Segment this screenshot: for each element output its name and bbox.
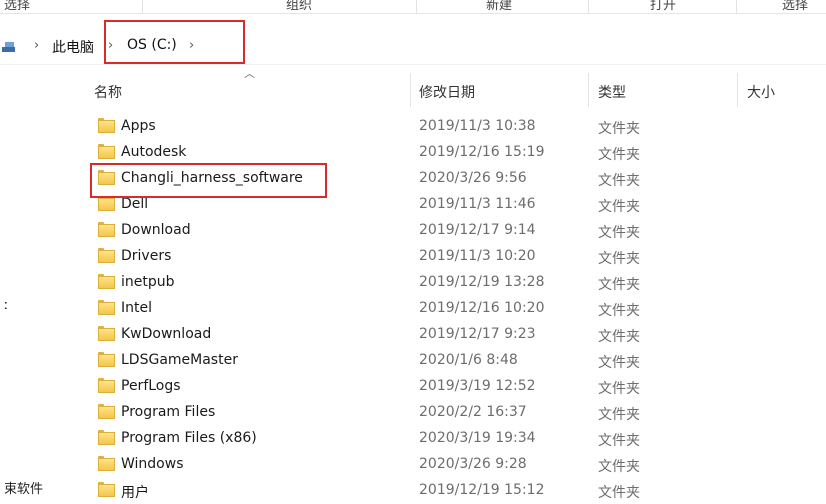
file-type: 文件夹 (598, 485, 640, 501)
breadcrumb-this-pc[interactable]: 此电脑 (52, 37, 94, 57)
folder-icon (98, 118, 115, 133)
folder-icon (98, 482, 115, 497)
file-row-intel[interactable]: Intel 2019/12/16 10:20 文件夹 (0, 296, 826, 322)
ribbon-item-open[interactable]: 打开 (650, 0, 676, 13)
column-header-name[interactable]: 名称 (94, 82, 122, 102)
folder-icon (98, 352, 115, 367)
file-row-perflogs[interactable]: PerfLogs 2019/3/19 12:52 文件夹 (0, 374, 826, 400)
file-date: 2019/12/16 15:19 (419, 144, 545, 160)
column-header-size[interactable]: 大小 (747, 82, 775, 102)
ribbon-divider (416, 0, 417, 13)
file-type: 文件夹 (598, 303, 640, 319)
file-name: KwDownload (121, 326, 212, 342)
file-name: Autodesk (121, 144, 187, 160)
ribbon-item-organize[interactable]: 组织 (286, 0, 312, 13)
ribbon-toolbar: 选择 组织 新建 打开 选择 (0, 0, 826, 14)
file-name: PerfLogs (121, 378, 181, 394)
file-name: Apps (121, 118, 156, 134)
file-name: Program Files (121, 404, 216, 420)
file-date: 2019/12/17 9:14 (419, 222, 536, 238)
folder-icon (98, 222, 115, 237)
column-divider[interactable] (588, 73, 589, 107)
file-date: 2020/3/26 9:28 (419, 456, 527, 472)
ribbon-divider (588, 0, 589, 13)
ribbon-item-select-all[interactable]: 选择 (4, 0, 30, 13)
file-row-program-files-x86[interactable]: Program Files (x86) 2020/3/19 19:34 文件夹 (0, 426, 826, 452)
folder-icon (98, 430, 115, 445)
file-date: 2019/11/3 11:46 (419, 196, 536, 212)
highlight-box-address (104, 20, 245, 64)
file-date: 2019/3/19 12:52 (419, 378, 536, 394)
file-row-download[interactable]: Download 2019/12/17 9:14 文件夹 (0, 218, 826, 244)
file-type: 文件夹 (598, 329, 640, 345)
file-date: 2019/12/17 9:23 (419, 326, 536, 342)
file-row-users[interactable]: 用户 2019/12/19 15:12 文件夹 (0, 478, 826, 504)
folder-icon (98, 326, 115, 341)
file-name: Intel (121, 300, 152, 316)
file-date: 2020/2/2 16:37 (419, 404, 527, 420)
file-type: 文件夹 (598, 121, 640, 137)
ribbon-divider (142, 0, 143, 13)
file-name: Program Files (x86) (121, 430, 257, 446)
file-row-windows[interactable]: Windows 2020/3/26 9:28 文件夹 (0, 452, 826, 478)
column-divider[interactable] (737, 73, 738, 107)
chevron-right-icon[interactable]: › (34, 38, 39, 53)
file-date: 2019/11/3 10:38 (419, 118, 536, 134)
file-row-apps[interactable]: Apps 2019/11/3 10:38 文件夹 (0, 114, 826, 140)
file-name: inetpub (121, 274, 175, 290)
folder-icon (98, 144, 115, 159)
folder-icon (98, 456, 115, 471)
folder-icon (98, 196, 115, 211)
highlight-box-folder (90, 163, 327, 198)
file-date: 2019/12/19 15:12 (419, 482, 545, 498)
file-row-kwdownload[interactable]: KwDownload 2019/12/17 9:23 文件夹 (0, 322, 826, 348)
folder-icon (98, 300, 115, 315)
file-row-program-files[interactable]: Program Files 2020/2/2 16:37 文件夹 (0, 400, 826, 426)
column-divider[interactable] (410, 73, 411, 107)
file-date: 2019/11/3 10:20 (419, 248, 536, 264)
file-name: Windows (121, 456, 184, 472)
folder-icon (98, 274, 115, 289)
file-type: 文件夹 (598, 251, 640, 267)
file-type: 文件夹 (598, 147, 640, 163)
file-name: Drivers (121, 248, 172, 264)
folder-icon (98, 378, 115, 393)
file-name: Download (121, 222, 191, 238)
column-header-type[interactable]: 类型 (598, 82, 626, 102)
file-date: 2019/12/19 13:28 (419, 274, 545, 290)
file-name: LDSGameMaster (121, 352, 238, 368)
file-date: 2020/1/6 8:48 (419, 352, 518, 368)
file-date: 2020/3/26 9:56 (419, 170, 527, 186)
file-type: 文件夹 (598, 225, 640, 241)
folder-icon (98, 404, 115, 419)
ribbon-divider (736, 0, 737, 13)
ribbon-item-select[interactable]: 选择 (782, 0, 808, 13)
folder-icon (98, 248, 115, 263)
file-type: 文件夹 (598, 277, 640, 293)
file-type: 文件夹 (598, 381, 640, 397)
this-pc-icon (2, 41, 18, 53)
file-type: 文件夹 (598, 199, 640, 215)
file-type: 文件夹 (598, 355, 640, 371)
column-header-date[interactable]: 修改日期 (419, 82, 475, 102)
file-date: 2019/12/16 10:20 (419, 300, 545, 316)
file-type: 文件夹 (598, 173, 640, 189)
file-type: 文件夹 (598, 459, 640, 475)
file-name: 用户 (121, 485, 149, 501)
file-type: 文件夹 (598, 433, 640, 449)
file-date: 2020/3/19 19:34 (419, 430, 536, 446)
file-name: Dell (121, 196, 149, 212)
file-row-ldsgamemaster[interactable]: LDSGameMaster 2020/1/6 8:48 文件夹 (0, 348, 826, 374)
file-row-drivers[interactable]: Drivers 2019/11/3 10:20 文件夹 (0, 244, 826, 270)
file-type: 文件夹 (598, 407, 640, 423)
ribbon-item-new[interactable]: 新建 (486, 0, 512, 13)
file-row-inetpub[interactable]: inetpub 2019/12/19 13:28 文件夹 (0, 270, 826, 296)
sort-ascending-icon: ︿ (244, 67, 255, 80)
